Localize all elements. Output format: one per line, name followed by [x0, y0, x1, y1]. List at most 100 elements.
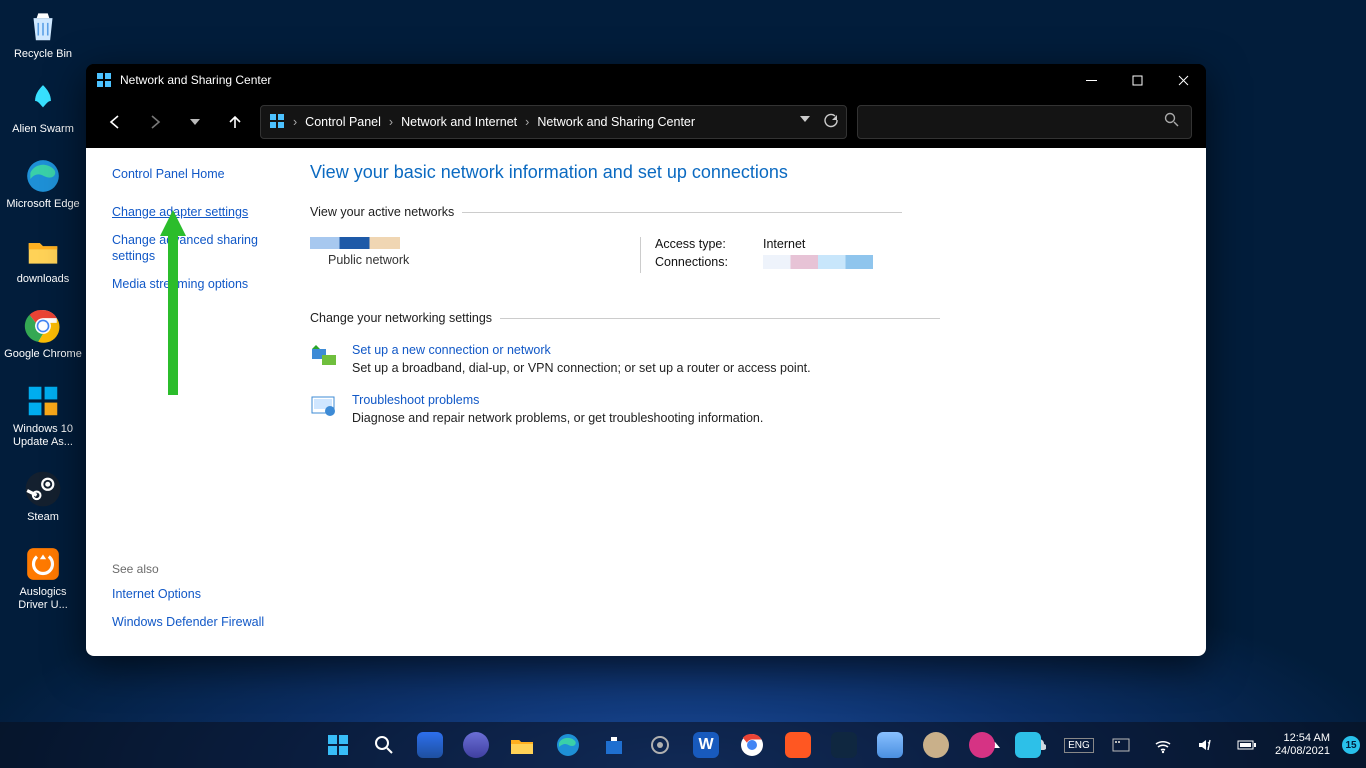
breadcrumb-network-sharing[interactable]: Network and Sharing Center	[537, 115, 695, 129]
volume-icon[interactable]	[1185, 725, 1225, 765]
access-type-label: Access type:	[655, 237, 745, 251]
search-box[interactable]	[857, 105, 1192, 139]
icon-label: downloads	[17, 273, 70, 286]
file-explorer-button[interactable]	[502, 725, 542, 765]
main-panel: View your basic network information and …	[282, 148, 1206, 656]
start-button[interactable]	[318, 725, 358, 765]
alien-swarm-icon	[23, 81, 63, 121]
chrome-icon	[23, 306, 63, 346]
desktop-icon-alien-swarm[interactable]: Alien Swarm	[4, 81, 82, 136]
toolbar: › Control Panel › Network and Internet ›…	[86, 96, 1206, 148]
chevron-right-icon[interactable]: ›	[389, 115, 393, 129]
setup-connection-desc: Set up a broadband, dial-up, or VPN conn…	[352, 361, 811, 375]
back-button[interactable]	[100, 107, 130, 137]
setup-connection-icon	[310, 343, 338, 369]
taskbar-center: W	[318, 725, 1048, 765]
troubleshoot-icon	[310, 393, 338, 419]
window-title: Network and Sharing Center	[120, 73, 271, 87]
troubleshoot-desc: Diagnose and repair network problems, or…	[352, 411, 763, 425]
chevron-right-icon[interactable]: ›	[293, 115, 297, 129]
desktop-icon-steam[interactable]: Steam	[4, 469, 82, 524]
breadcrumb-control-panel[interactable]: Control Panel	[305, 115, 381, 129]
chevron-right-icon[interactable]: ›	[525, 115, 529, 129]
active-networks: Public network Access type: Internet Con…	[310, 237, 1186, 273]
taskbar[interactable]: W ENG 12:54 AM 24/08/2021 15	[0, 722, 1366, 768]
folder-icon	[23, 231, 63, 271]
icon-label: Steam	[27, 511, 59, 524]
auslogics-icon	[23, 544, 63, 584]
battery-icon[interactable]	[1227, 725, 1267, 765]
internet-options-link[interactable]: Internet Options	[112, 586, 268, 602]
desktop-icon-recycle-bin[interactable]: Recycle Bin	[4, 6, 82, 61]
edge-icon	[23, 156, 63, 196]
desktop-icon-win-update[interactable]: Windows 10 Update As...	[4, 381, 82, 449]
search-icon	[1164, 112, 1179, 132]
minimize-button[interactable]	[1068, 64, 1114, 96]
see-also-label: See also	[112, 562, 268, 576]
windows-update-icon	[23, 381, 63, 421]
edge-taskbar-button[interactable]	[548, 725, 588, 765]
troubleshoot-link[interactable]: Troubleshoot problems	[352, 393, 479, 407]
steam-icon	[23, 469, 63, 509]
clock[interactable]: 12:54 AM 24/08/2021	[1269, 732, 1336, 758]
network-sharing-center-window: Network and Sharing Center › Control Pan…	[86, 64, 1206, 656]
input-indicator[interactable]	[1101, 725, 1141, 765]
connections-label: Connections:	[655, 255, 745, 269]
refresh-button[interactable]	[823, 113, 838, 131]
brave-button[interactable]	[778, 725, 818, 765]
control-panel-icon	[96, 72, 112, 88]
change-adapter-settings-link[interactable]: Change adapter settings	[112, 204, 268, 220]
windows-defender-firewall-link[interactable]: Windows Defender Firewall	[112, 614, 268, 630]
content-area: Control Panel Home Change adapter settin…	[86, 148, 1206, 656]
setup-connection-link[interactable]: Set up a new connection or network	[352, 343, 551, 357]
widgets-button[interactable]	[456, 725, 496, 765]
word-button[interactable]: W	[686, 725, 726, 765]
notification-badge[interactable]: 15	[1342, 736, 1360, 754]
active-networks-label: View your active networks	[310, 205, 1186, 219]
app2-button[interactable]	[916, 725, 956, 765]
chrome-taskbar-button[interactable]	[732, 725, 772, 765]
icon-label: Microsoft Edge	[6, 198, 79, 211]
address-icon	[269, 113, 285, 132]
desktop-icons: Recycle Bin Alien Swarm Microsoft Edge d…	[4, 6, 82, 632]
close-button[interactable]	[1160, 64, 1206, 96]
icon-label: Alien Swarm	[12, 123, 74, 136]
date: 24/08/2021	[1275, 745, 1330, 758]
breadcrumb-network-internet[interactable]: Network and Internet	[401, 115, 517, 129]
icon-label: Windows 10 Update As...	[4, 423, 82, 449]
page-heading: View your basic network information and …	[310, 162, 1186, 183]
photos-button[interactable]	[870, 725, 910, 765]
control-panel-home-link[interactable]: Control Panel Home	[112, 166, 268, 182]
store-button[interactable]	[594, 725, 634, 765]
media-streaming-options-link[interactable]: Media streaming options	[112, 276, 268, 292]
up-button[interactable]	[220, 107, 250, 137]
app4-button[interactable]	[1008, 725, 1048, 765]
language-button[interactable]: ENG	[1059, 725, 1099, 765]
forward-button[interactable]	[140, 107, 170, 137]
chevron-down-icon[interactable]	[799, 113, 811, 131]
setup-connection-item: Set up a new connection or network Set u…	[310, 343, 1186, 375]
connection-link-redacted[interactable]	[763, 255, 873, 269]
desktop-icon-downloads[interactable]: downloads	[4, 231, 82, 286]
recent-locations-button[interactable]	[180, 107, 210, 137]
desktop-icon-auslogics[interactable]: Auslogics Driver U...	[4, 544, 82, 612]
network-type: Public network	[310, 253, 580, 267]
change-advanced-sharing-link[interactable]: Change advanced sharing settings	[112, 232, 268, 264]
recycle-bin-icon	[23, 6, 63, 46]
task-view-button[interactable]	[410, 725, 450, 765]
maximize-button[interactable]	[1114, 64, 1160, 96]
desktop-icon-chrome[interactable]: Google Chrome	[4, 306, 82, 361]
titlebar[interactable]: Network and Sharing Center	[86, 64, 1206, 96]
wifi-icon[interactable]	[1143, 725, 1183, 765]
address-bar[interactable]: › Control Panel › Network and Internet ›…	[260, 105, 847, 139]
network-name-redacted	[310, 237, 400, 249]
time: 12:54 AM	[1275, 732, 1330, 745]
troubleshoot-item: Troubleshoot problems Diagnose and repai…	[310, 393, 1186, 425]
settings-button[interactable]	[640, 725, 680, 765]
access-type-value: Internet	[763, 237, 805, 251]
change-settings-label: Change your networking settings	[310, 311, 1186, 325]
app1-button[interactable]	[824, 725, 864, 765]
app3-button[interactable]	[962, 725, 1002, 765]
desktop-icon-edge[interactable]: Microsoft Edge	[4, 156, 82, 211]
search-button[interactable]	[364, 725, 404, 765]
